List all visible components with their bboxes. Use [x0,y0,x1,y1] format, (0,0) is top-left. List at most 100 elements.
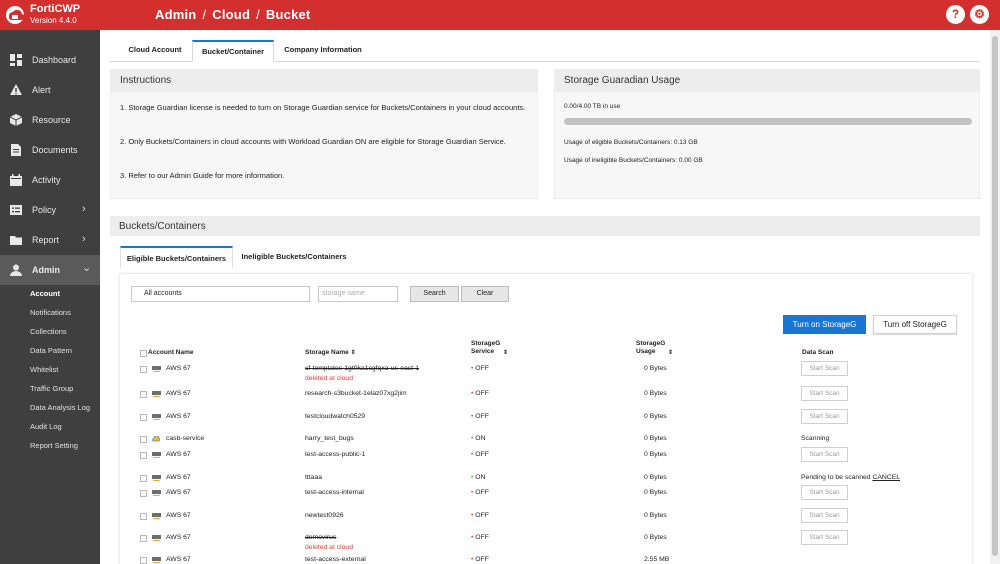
row-checkbox[interactable] [140,391,147,398]
start-scan-button[interactable]: Start Scan [801,530,848,545]
sidebar-sub-audit-log[interactable]: Audit Log [30,422,62,431]
storage-name-cell: research-s3bucket-1elaz07xg2jim [305,390,407,397]
sidebar-item-report[interactable]: Report › [0,225,100,255]
account-name-cell: AWS 67 [166,451,191,458]
sidebar-item-documents[interactable]: Documents [0,135,100,165]
sidebar-item-label: Report [32,235,60,245]
row-checkbox[interactable] [140,414,147,421]
help-icon[interactable]: ? [946,5,965,24]
sidebar-sub-traffic-group[interactable]: Traffic Group [30,384,73,393]
aws-icon [152,557,161,563]
subtab-ineligible[interactable]: Ineligible Buckets/Containers [238,246,350,268]
report-folder-icon [10,236,22,245]
aws-icon [152,513,161,519]
breadcrumb-cloud[interactable]: Cloud [212,7,250,22]
row-checkbox[interactable] [140,452,147,459]
sidebar-sub-data-analysis-log[interactable]: Data Analysis Log [30,403,90,412]
storageg-service-cell: • ON [471,435,485,442]
row-checkbox[interactable] [140,366,147,373]
forticwp-logo-icon [6,6,25,24]
status-off-dot-icon: • [471,534,474,541]
sidebar-item-resource[interactable]: Resource [0,105,100,135]
sidebar-item-label: Admin [32,265,60,275]
account-name-cell: AWS 67 [166,390,191,397]
account-filter-select[interactable]: All accounts [131,286,310,302]
service-status-text: OFF [475,365,489,372]
header-storage-name[interactable]: Storage Name ⇕ [305,349,356,357]
turn-on-storageg-button[interactable]: Turn on StorageG [783,315,866,334]
header-account-name: Account Name [148,349,194,356]
row-checkbox[interactable] [140,557,147,564]
sort-icon[interactable]: ⇕ [666,349,673,357]
sidebar-item-admin[interactable]: Admin ⌄ [0,255,100,285]
sidebar-item-label: Alert [32,85,51,95]
sidebar-sub-data-pattern[interactable]: Data Pattern [30,346,72,355]
storageg-service-cell: • OFF [471,556,489,563]
instruction-line-3: 3. Refer to our Admin Guide for more inf… [120,171,285,180]
account-name-cell: casb-service [166,435,205,442]
tab-company-information[interactable]: Company Information [278,40,368,62]
usage-eligible: Usage of eligible Buckets/Containers: 0.… [564,139,698,146]
documents-icon [11,144,21,156]
select-all-checkbox[interactable] [140,350,147,357]
storageg-service-cell: • OFF [471,365,489,372]
sort-icon[interactable]: ⇕ [351,350,356,356]
aws-icon [152,475,161,481]
sidebar-item-activity[interactable]: Activity [0,165,100,195]
cancel-scan-link[interactable]: CANCEL [872,474,900,481]
usage-summary: 0.00/4.00 TB in use [564,103,621,110]
header-data-scan: Data Scan [802,349,834,356]
row-checkbox[interactable] [140,436,147,443]
row-checkbox[interactable] [140,535,147,542]
page-scrollbar[interactable] [990,30,1000,564]
service-status-text: OFF [475,534,489,541]
sidebar-item-label: Documents [32,145,78,155]
tab-bucket-container[interactable]: Bucket/Container [192,40,274,62]
sidebar-item-dashboard[interactable]: Dashboard [0,45,100,75]
storage-name-cell: harry_test_bugs [305,435,354,442]
sort-icon[interactable]: ⇕ [501,349,508,357]
storageg-service-cell: • OFF [471,512,489,519]
storageg-usage-cell: 0 Bytes [644,451,667,458]
row-checkbox[interactable] [140,475,147,482]
storageg-usage-cell: 0 Bytes [644,512,667,519]
start-scan-button[interactable]: Start Scan [801,361,848,376]
aws-icon [152,414,161,420]
breadcrumb-bucket: Bucket [265,7,311,22]
tab-cloud-account[interactable]: Cloud Account [120,40,190,62]
scrollbar-thumb[interactable] [992,36,998,556]
storage-name-input[interactable]: storage name [318,286,398,302]
storageg-service-cell: • OFF [471,489,489,496]
sidebar-sub-whitelist[interactable]: Whitelist [30,365,58,374]
sidebar-item-alert[interactable]: Alert [0,75,100,105]
deleted-at-cloud-label: deleted at cloud [305,544,353,551]
status-off-dot-icon: • [471,512,474,519]
buckets-table-card: All accounts storage name Search Clear T… [120,274,972,564]
usage-progress-bar [564,118,972,125]
account-name-cell: AWS 67 [166,534,191,541]
storageg-usage-cell: 0 Bytes [644,489,667,496]
sidebar-sub-collections[interactable]: Collections [30,327,67,336]
start-scan-button[interactable]: Start Scan [801,386,848,401]
sidebar-sub-report-setting[interactable]: Report Setting [30,441,78,450]
sidebar-item-label: Policy [32,205,57,215]
start-scan-button[interactable]: Start Scan [801,485,848,500]
start-scan-button[interactable]: Start Scan [801,409,848,424]
sidebar-item-policy[interactable]: Policy › [0,195,100,225]
start-scan-button[interactable]: Start Scan [801,508,848,523]
turn-off-storageg-button[interactable]: Turn off StorageG [873,315,957,334]
search-button[interactable]: Search [410,286,459,302]
service-status-text: ON [475,474,486,481]
breadcrumb-admin[interactable]: Admin [155,7,196,22]
storage-name-cell: test-access-external [305,556,366,563]
sidebar-sub-notifications[interactable]: Notifications [30,308,71,317]
sidebar-sub-account[interactable]: Account [30,289,60,298]
breadcrumb: Admin / Cloud / Bucket [155,7,310,22]
service-status-text: OFF [475,390,489,397]
settings-gear-icon[interactable]: ⚙ [970,5,989,24]
start-scan-button[interactable]: Start Scan [801,447,848,462]
subtab-eligible[interactable]: Eligible Buckets/Containers [120,246,233,268]
clear-button[interactable]: Clear [461,286,509,302]
row-checkbox[interactable] [140,513,147,520]
row-checkbox[interactable] [140,490,147,497]
